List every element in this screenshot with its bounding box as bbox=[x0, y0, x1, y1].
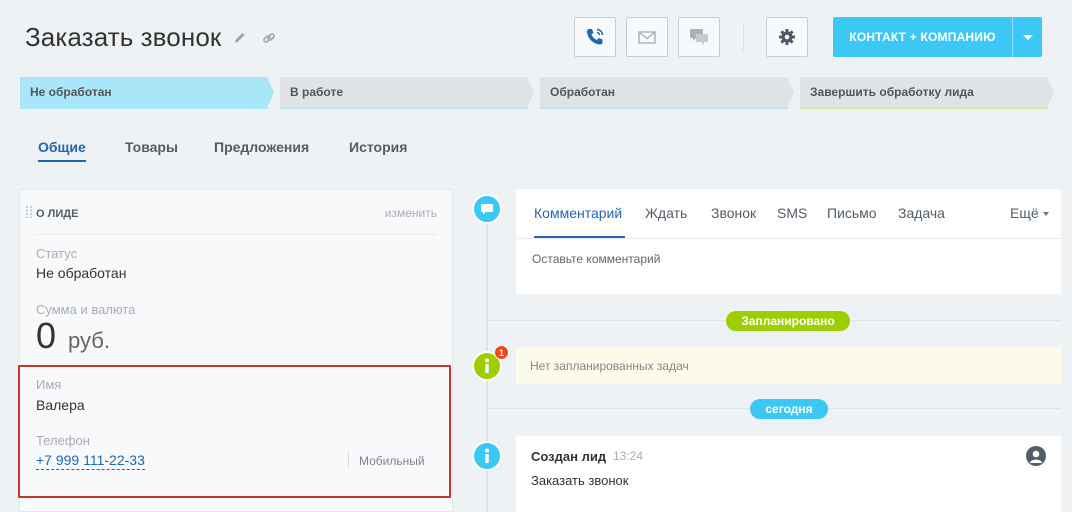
drag-handle-icon[interactable] bbox=[26, 205, 32, 219]
event-time: 13:24 bbox=[613, 449, 644, 463]
phone-icon bbox=[587, 28, 604, 45]
highlight-box bbox=[18, 365, 451, 498]
event-title: Создан лид bbox=[531, 449, 607, 464]
contact-dropdown-button[interactable] bbox=[1012, 17, 1042, 57]
stage-processed[interactable]: Обработан bbox=[540, 77, 794, 109]
call-button[interactable] bbox=[574, 17, 616, 57]
page-title: Заказать звонок bbox=[25, 22, 222, 52]
chevron-down-icon bbox=[1022, 34, 1033, 40]
pencil-icon[interactable] bbox=[232, 30, 248, 46]
activity-more-menu[interactable]: Ещё bbox=[1010, 205, 1049, 221]
edit-link[interactable]: изменить bbox=[385, 206, 437, 220]
chevron-down-icon bbox=[1042, 212, 1049, 217]
activity-tab-sms[interactable]: SMS bbox=[777, 205, 807, 221]
tab-proposals[interactable]: Предложения bbox=[214, 139, 309, 155]
activity-tab-comment[interactable]: Комментарий bbox=[534, 205, 622, 221]
stage-in-progress[interactable]: В работе bbox=[280, 77, 534, 109]
comment-input[interactable]: Оставьте комментарий bbox=[532, 252, 660, 266]
stage-finish-lead[interactable]: Завершить обработку лида bbox=[800, 77, 1054, 109]
more-label: Ещё bbox=[1010, 205, 1039, 221]
chat-button[interactable] bbox=[678, 17, 720, 57]
stage-progress-bar: Не обработан В работе Обработан Завершит… bbox=[20, 77, 1060, 110]
user-avatar-icon[interactable] bbox=[1026, 446, 1046, 466]
sum-value: 0 руб. bbox=[36, 315, 110, 357]
stage-not-processed[interactable]: Не обработан bbox=[20, 77, 274, 109]
notification-badge: 1 bbox=[494, 345, 509, 360]
comment-icon bbox=[472, 194, 502, 224]
stage-label: Обработан bbox=[550, 85, 615, 99]
gear-icon bbox=[779, 29, 795, 45]
lead-section-title: О ЛИДЕ bbox=[36, 208, 79, 220]
link-icon[interactable] bbox=[261, 30, 277, 46]
currency: руб. bbox=[68, 328, 110, 353]
activity-editor: Комментарий Ждать Звонок SMS Письмо Зада… bbox=[516, 189, 1061, 294]
stage-label: Не обработан bbox=[30, 85, 112, 99]
status-label: Статус bbox=[36, 246, 78, 261]
activity-tab-wait[interactable]: Ждать bbox=[645, 205, 687, 221]
email-button[interactable] bbox=[626, 17, 668, 57]
tab-general[interactable]: Общие bbox=[38, 139, 86, 162]
lead-created-event: Создан лид 13:24 Заказать звонок bbox=[516, 436, 1061, 512]
planned-tasks-card: Нет запланированных задач bbox=[516, 347, 1061, 384]
stage-label: Завершить обработку лида bbox=[810, 85, 974, 99]
toolbar-divider bbox=[743, 22, 744, 52]
stage-label: В работе bbox=[290, 85, 343, 99]
activity-tab-email[interactable]: Письмо bbox=[827, 205, 877, 221]
chat-icon bbox=[690, 29, 708, 45]
activity-tab-task[interactable]: Задача bbox=[898, 205, 945, 221]
no-tasks-text: Нет запланированных задач bbox=[530, 359, 689, 373]
divider bbox=[36, 234, 437, 235]
planned-badge: Запланировано bbox=[726, 311, 850, 331]
contact-button-label: КОНТАКТ + КОМПАНИЮ bbox=[849, 30, 996, 44]
tab-history[interactable]: История bbox=[349, 139, 407, 155]
settings-button[interactable] bbox=[766, 17, 808, 57]
envelope-icon bbox=[638, 31, 656, 44]
add-contact-company-button[interactable]: КОНТАКТ + КОМПАНИЮ bbox=[833, 17, 1042, 57]
tab-products[interactable]: Товары bbox=[125, 139, 178, 155]
info-icon bbox=[472, 441, 502, 471]
activity-tab-call[interactable]: Звонок bbox=[711, 205, 756, 221]
today-badge: сегодня bbox=[750, 399, 828, 419]
divider bbox=[516, 238, 1061, 239]
event-description[interactable]: Заказать звонок bbox=[531, 473, 628, 488]
status-value: Не обработан bbox=[36, 265, 127, 281]
amount: 0 bbox=[36, 315, 57, 356]
